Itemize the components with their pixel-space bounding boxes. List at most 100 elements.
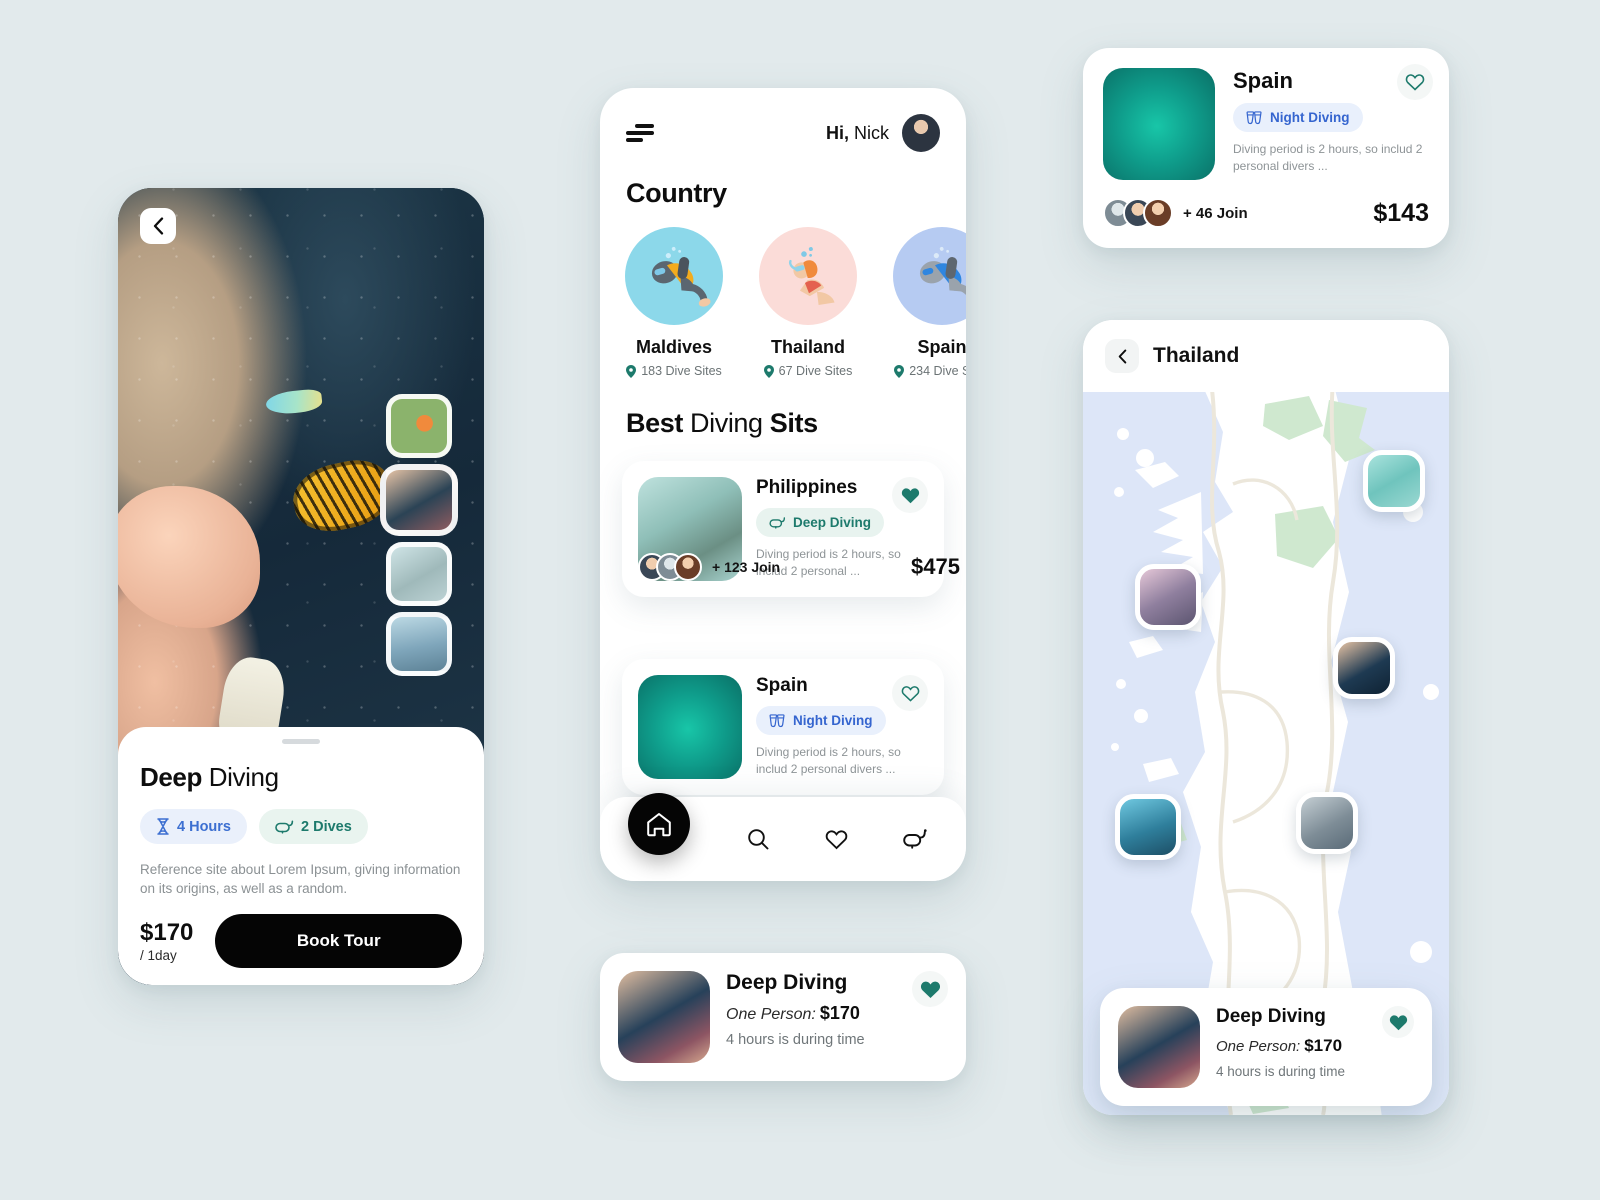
map-title: Thailand: [1153, 344, 1240, 367]
country-sites: 183 Dive Sites: [622, 364, 726, 378]
heart-filled-icon: [901, 487, 919, 503]
map-back-button[interactable]: [1105, 339, 1139, 373]
location-pin-icon: [894, 364, 905, 378]
heart-icon: [825, 829, 848, 849]
country-sites: 234 Dive Sites: [890, 364, 966, 378]
page-title: Deep Diving: [140, 762, 462, 793]
dive-type-tag: Night Diving: [756, 706, 886, 735]
deep-diving-price: $170: [819, 1003, 860, 1023]
deep-diving-image: [618, 971, 721, 1072]
country-carousel[interactable]: Maldives 183 Dive Sites Thailand 67 Dive…: [600, 209, 966, 378]
map-pin-wreck[interactable]: [1296, 792, 1358, 854]
favorite-button[interactable]: [892, 675, 928, 711]
hourglass-icon: [157, 818, 169, 835]
join-count: + 123 Join: [712, 559, 781, 575]
nav-favorites[interactable]: [819, 822, 853, 856]
thumb-turtle[interactable]: [386, 542, 452, 606]
dives-chip-label: 2 Dives: [301, 818, 352, 835]
map-pin-reef[interactable]: [1333, 637, 1395, 699]
deep-diving-favorite-button[interactable]: [912, 971, 948, 1007]
deep-diving-title: Deep Diving: [1216, 1006, 1326, 1027]
spain-card-footer: + 46 Join $143: [1103, 198, 1429, 228]
thumb-diver[interactable]: [386, 612, 452, 676]
detail-description: Reference site about Lorem Ipsum, giving…: [140, 862, 461, 897]
favorite-button[interactable]: [892, 477, 928, 513]
spain-dive-card[interactable]: Spain Night Diving Diving period is 2 ho…: [1083, 48, 1449, 248]
detail-bottom-sheet: Deep Diving 4 Hours 2 Dives Reference si…: [118, 727, 484, 985]
page-title-rest: Diving: [201, 762, 279, 792]
thumbnail-strip[interactable]: [380, 394, 458, 676]
avatar: [674, 553, 702, 581]
greeting-prefix: Hi,: [825, 122, 849, 143]
hamburger-menu-icon[interactable]: [626, 124, 654, 142]
scuba-diver-illustration: [651, 246, 711, 307]
duration-chip[interactable]: 4 Hours: [140, 809, 247, 844]
country-sites-label: 234 Dive Sites: [909, 364, 966, 378]
deep-diving-duration: 4 hours is during time: [1216, 1064, 1346, 1079]
book-tour-button[interactable]: Book Tour: [215, 914, 462, 969]
best-heading-regular: Diving: [682, 408, 770, 438]
spain-card-price: $143: [1373, 198, 1429, 227]
deep-diving-price-line: One Person: $170: [726, 1003, 865, 1024]
country-item-maldives[interactable]: Maldives 183 Dive Sites: [622, 227, 726, 378]
swim-fins-icon: [1246, 110, 1262, 124]
detail-price: $170: [140, 918, 194, 946]
heart-filled-icon: [920, 981, 940, 998]
price-and-cta-row: $170 / 1day Book Tour: [140, 914, 462, 969]
deep-diving-body: Deep Diving One Person: $170 4 hours is d…: [726, 971, 865, 1063]
deep-diving-card[interactable]: Deep Diving One Person: $170 4 hours is d…: [600, 953, 966, 1081]
detail-screen-phone: Deep Diving 4 Hours 2 Dives Reference si…: [118, 188, 484, 985]
map-pin-coral[interactable]: [1135, 564, 1201, 630]
back-button[interactable]: [140, 208, 176, 244]
country-item-spain[interactable]: Spain 234 Dive Sites: [890, 227, 966, 378]
spain-card-favorite-button[interactable]: [1397, 64, 1433, 100]
thumb-reef[interactable]: [380, 464, 458, 536]
dive-site-card-spain[interactable]: Spain Night Diving Diving period is 2 ho…: [622, 659, 944, 795]
map-pin-stingray[interactable]: [1363, 450, 1425, 512]
thumb-clownfish[interactable]: [386, 394, 452, 458]
dives-chip[interactable]: 2 Dives: [259, 809, 368, 844]
snorkel-mask-icon: [902, 829, 927, 849]
best-heading-bold-2: Sits: [769, 408, 818, 438]
joined-avatars: [638, 553, 702, 581]
nav-search[interactable]: [741, 822, 775, 856]
sheet-grabber[interactable]: [282, 739, 320, 744]
deep-diving-title: Deep Diving: [726, 971, 848, 994]
snorkeler-illustration: [788, 247, 835, 306]
dive-type-tag: Deep Diving: [756, 508, 885, 537]
heart-outline-icon: [901, 685, 919, 702]
avatar: [1143, 198, 1173, 228]
spain-card-tag: Night Diving: [1233, 103, 1363, 132]
dive-type-tag-label: Night Diving: [793, 713, 873, 728]
deep-diving-card-map-overlay[interactable]: Deep Diving One Person: $170 4 hours is d…: [1100, 988, 1432, 1106]
deep-diving-price-line: One Person: $170: [1216, 1036, 1345, 1056]
heart-outline-icon: [1405, 74, 1425, 91]
country-item-thailand[interactable]: Thailand 67 Dive Sites: [756, 227, 860, 378]
dive-site-description: Diving period is 2 hours, so includ 2 pe…: [756, 745, 901, 777]
map-pin-divers[interactable]: [1115, 794, 1181, 860]
country-illustration-maldives: [625, 227, 723, 325]
user-avatar[interactable]: [902, 114, 940, 152]
country-illustration-spain: [893, 227, 966, 325]
snorkel-mask-icon: [769, 517, 786, 529]
best-diving-heading: Best Diving Sits: [600, 408, 966, 439]
app-showcase-canvas: Deep Diving 4 Hours 2 Dives Reference si…: [0, 0, 1600, 1200]
deep-diving-body: Deep Diving One Person: $170 4 hours is d…: [1216, 1006, 1345, 1088]
search-icon: [747, 829, 769, 850]
spain-card-tag-label: Night Diving: [1270, 110, 1350, 125]
swim-fins-icon: [769, 713, 785, 727]
deep-diving-favorite-button[interactable]: [1382, 1006, 1414, 1038]
home-icon: [647, 812, 671, 836]
nav-home[interactable]: [628, 793, 690, 855]
greeting-text: Hi, Nick: [826, 123, 889, 144]
deep-diving-image: [1118, 1006, 1211, 1097]
deep-diving-duration: 4 hours is during time: [726, 1032, 865, 1048]
dive-site-card-philippines[interactable]: Philippines Deep Diving Diving period is…: [622, 461, 960, 597]
dive-site-footer: + 123 Join $475: [638, 553, 960, 581]
nav-dives[interactable]: [898, 822, 932, 856]
country-illustration-thailand: [759, 227, 857, 325]
dive-site-price: $475: [911, 554, 960, 579]
country-sites: 67 Dive Sites: [756, 364, 860, 378]
joined-avatars: [1103, 198, 1173, 228]
price-block: $170 / 1day: [140, 920, 193, 963]
